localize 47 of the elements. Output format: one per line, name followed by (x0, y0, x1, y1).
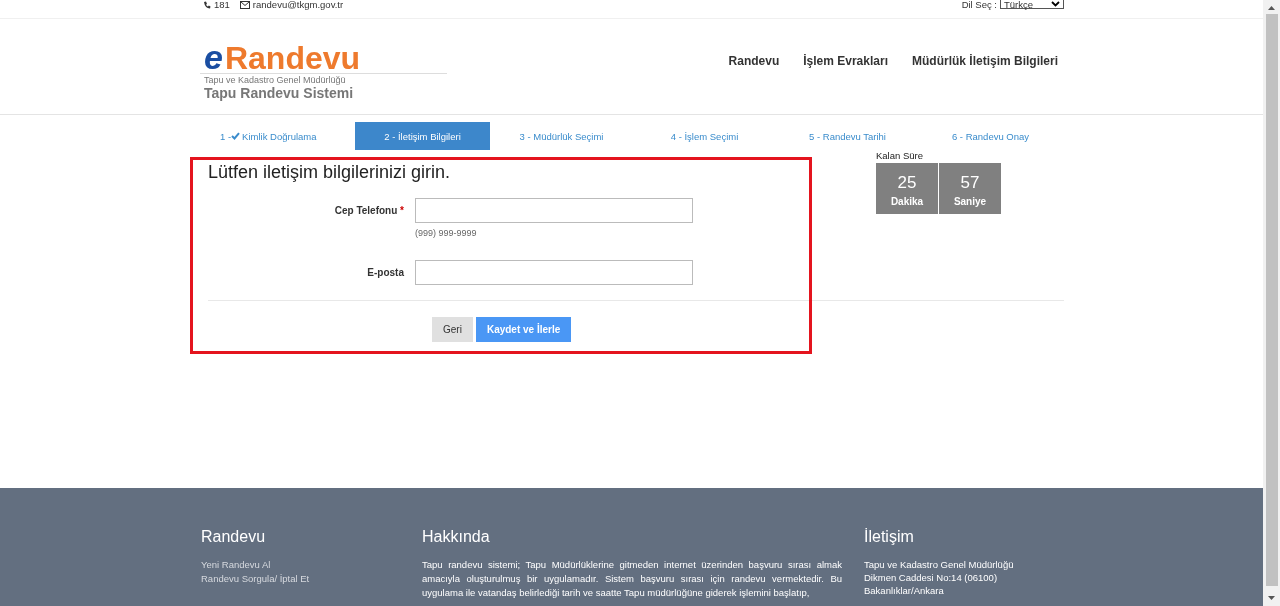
back-button[interactable]: Geri (432, 317, 473, 342)
form-heading: Lütfen iletişim bilgilerinizi girin. (208, 162, 452, 182)
step-tab[interactable]: 2 - İletişim Bilgileri (355, 122, 490, 150)
phone-icon (203, 0, 211, 9)
scrollbar[interactable] (1263, 0, 1280, 606)
step-tab[interactable]: 3 - Müdürlük Seçimi (490, 122, 633, 150)
scroll-down-icon (1268, 596, 1275, 600)
countdown-value: 57 (959, 173, 981, 193)
field-label: Cep Telefonu * (333, 204, 404, 216)
contact-line: Bakanlıklar/Ankara (864, 584, 945, 597)
nav-link[interactable]: İşlem Evrakları (803, 53, 888, 68)
language-select[interactable]: Türkçe (1000, 0, 1064, 9)
input-hint: (999) 999-9999 (415, 228, 478, 238)
input-field[interactable] (415, 198, 693, 223)
scrollbar-thumb[interactable] (1265, 14, 1278, 586)
input-field[interactable] (415, 260, 693, 285)
logo-letter: e (204, 40, 223, 73)
chevron-down-icon (1051, 1, 1060, 7)
footer-heading: İletişim (864, 528, 915, 546)
footer-heading: Randevu (201, 528, 267, 546)
email-link[interactable]: randevu@tkgm.gov.tr (252, 0, 344, 9)
contact-line: Dikmen Caddesi No:14 (06100) (864, 571, 999, 584)
scroll-up-icon (1268, 6, 1275, 10)
language-label: Dil Seç : (961, 0, 997, 9)
step-tab[interactable]: 6 - Randevu Onay (919, 122, 1062, 150)
footer-heading: Hakkında (422, 528, 491, 546)
countdown-unit: Saniye (952, 196, 988, 207)
about-paragraph: Tapu randevu sistemi; Tapu Müdürlüklerine gitmeden internet üzerinden başvuru sırası almak amacıyla oluşturulmuş bir uygulamadır. Sistem başvuru sırası için randevu vermektedir. Bu uygulama ile vatandaş belirlediği tarih ve saatte Tapu müdürlüğüne giderek işlemini başlatıp, (422, 558, 842, 600)
step-tab[interactable]: 4 - İşlem Seçimi (633, 122, 776, 150)
countdown-value: 25 (896, 173, 918, 193)
check-icon (231, 132, 241, 140)
timer-label: Kalan Süre (876, 150, 924, 161)
envelope-icon (239, 0, 250, 9)
step-tab[interactable]: 5 - Randevu Tarihi (776, 122, 919, 150)
step-tab[interactable]: 1 - Kimlik Doğrulama (200, 122, 355, 150)
nav-link[interactable]: Müdürlük İletişim Bilgileri (911, 53, 1058, 68)
phone-number: 181 (214, 0, 230, 9)
logo-wordmark: Randevu (224, 41, 361, 74)
nav-link[interactable]: Randevu (728, 53, 780, 68)
contact-line: Tapu ve Kadastro Genel Müdürlüğü (864, 558, 1014, 571)
field-label: E-posta (366, 266, 404, 278)
countdown-unit: Dakika (889, 196, 925, 207)
system-name: Tapu Randevu Sistemi (204, 84, 355, 101)
footer-link[interactable]: Randevu Sorgula/ İptal Et (201, 572, 422, 586)
save-continue-button[interactable]: Kaydet ve İlerle (475, 317, 572, 342)
logo-subtitle: Tapu ve Kadastro Genel Müdürlüğü (204, 74, 347, 85)
footer-link[interactable]: Yeni Randevu Al (201, 558, 422, 572)
